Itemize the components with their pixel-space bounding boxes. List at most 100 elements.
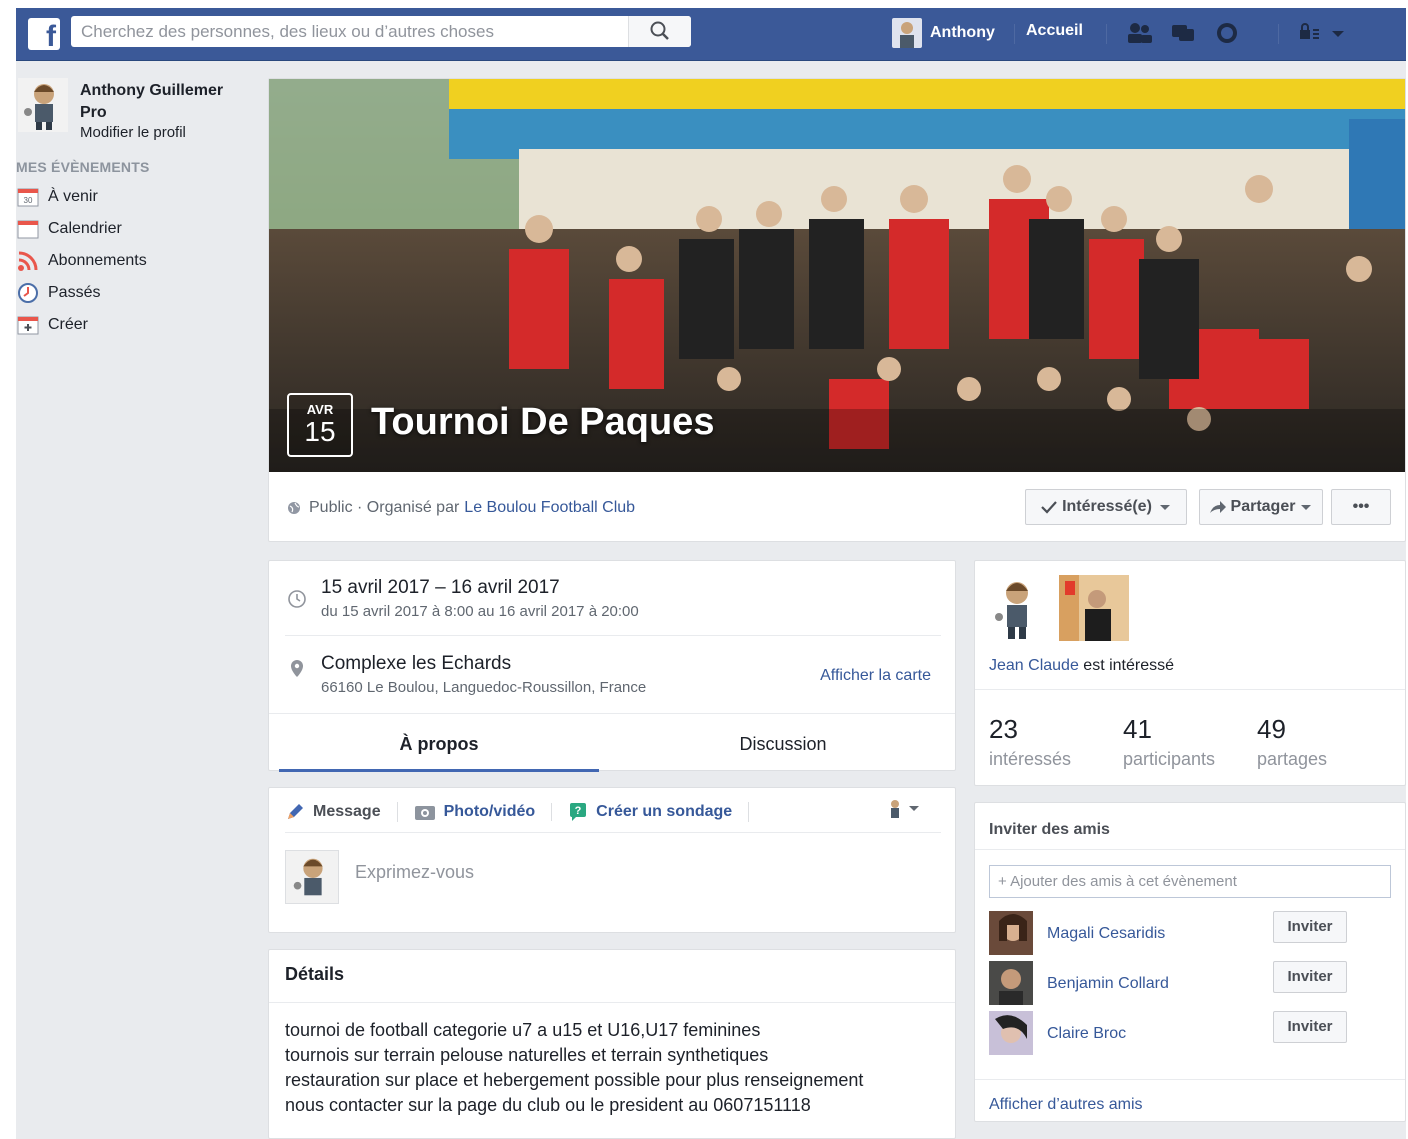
svg-text:?: ? (575, 805, 582, 817)
more-options-button[interactable]: ••• (1331, 489, 1391, 525)
sidebar-item-upcoming[interactable]: 30 À venir (16, 181, 256, 213)
sidebar-item-label: Créer (48, 316, 89, 333)
friend-name-link[interactable]: Benjamin Collard (1047, 975, 1169, 993)
privacy-menu[interactable] (1296, 22, 1356, 49)
facebook-logo-icon[interactable]: f (28, 18, 60, 50)
stat-number: 41 (1123, 714, 1152, 744)
post-as-selector[interactable] (885, 798, 925, 827)
lock-menu-icon (1300, 23, 1344, 39)
event-meta: Public · Organisé par Le Boulou Football… (287, 499, 635, 517)
profile-block[interactable]: Anthony Guillemer Pro Modifier le profil (16, 78, 256, 154)
event-day: 15 (304, 416, 336, 447)
details-line: tournois sur terrain pelouse naturelles … (285, 1045, 769, 1065)
event-place-main: Complexe les Echards (321, 653, 512, 674)
show-map-link[interactable]: Afficher la carte (820, 667, 931, 685)
profile-name[interactable]: Anthony Guillemer Pro (80, 80, 250, 124)
globe-icon (288, 502, 300, 514)
home-link[interactable]: Accueil (1026, 22, 1083, 40)
search-box (71, 16, 691, 47)
profile-avatar[interactable] (18, 78, 68, 132)
friend-avatar[interactable] (989, 1011, 1033, 1055)
stat-shares[interactable]: 49 partages (1257, 714, 1327, 770)
interested-label: Intéressé(e) (1062, 498, 1152, 515)
organizer-link[interactable]: Le Boulou Football Club (464, 499, 635, 517)
chevron-down-icon (1159, 505, 1170, 510)
stat-participants[interactable]: 41 participants (1123, 714, 1215, 770)
clock-icon (18, 283, 38, 303)
guest-avatar[interactable] (989, 575, 1043, 641)
stat-number: 23 (989, 714, 1018, 744)
interested-button[interactable]: Intéressé(e) (1025, 489, 1187, 525)
sidebar-item-past[interactable]: Passés (16, 277, 256, 309)
share-button[interactable]: Partager (1199, 489, 1323, 525)
event-date-main: 15 avril 2017 – 16 avril 2017 (321, 577, 560, 598)
notification-icons (1124, 20, 1242, 46)
invite-row: Benjamin Collard Inviter (989, 961, 1393, 1005)
left-sidebar: Anthony Guillemer Pro Modifier le profil… (16, 78, 256, 341)
top-user-name: Anthony (930, 24, 995, 41)
edit-profile-link[interactable]: Modifier le profil (80, 124, 186, 141)
sidebar-item-label: Calendrier (48, 220, 122, 237)
friend-avatar[interactable] (989, 911, 1033, 955)
composer-tab-label: Photo/vidéo (443, 803, 536, 820)
invite-button[interactable]: Inviter (1273, 961, 1347, 993)
checkmark-icon (1041, 501, 1057, 514)
show-more-friends-link[interactable]: Afficher d’autres amis (975, 1079, 1405, 1130)
composer-tab-photo[interactable]: Photo/vidéo (414, 803, 553, 821)
stat-label: intéressés (989, 749, 1072, 769)
guests-card: Jean Claude est intéressé 23 intéressés … (974, 560, 1406, 786)
stat-interested[interactable]: 23 intéressés (989, 714, 1071, 770)
sidebar-item-create[interactable]: Créer (16, 309, 256, 341)
details-body: tournoi de football categorie u7 a u15 e… (285, 1018, 863, 1118)
top-bar: f Anthony Accueil (16, 8, 1406, 61)
guest-stats: 23 intéressés 41 participants 49 partage… (975, 689, 1405, 786)
messages-icon[interactable] (1168, 20, 1198, 46)
composer-input[interactable] (355, 862, 915, 883)
more-dots-icon: ••• (1352, 498, 1370, 515)
sidebar-item-calendar[interactable]: Calendrier (16, 213, 256, 245)
composer-tab-poll[interactable]: ? Créer un sondage (568, 802, 750, 822)
page: f Anthony Accueil (16, 8, 1406, 1139)
stat-number: 49 (1257, 714, 1286, 744)
poll-icon: ? (570, 803, 587, 821)
sidebar-item-subscriptions[interactable]: Abonnements (16, 245, 256, 277)
friend-avatar[interactable] (989, 961, 1033, 1005)
guest-name-link[interactable]: Jean Claude (989, 657, 1079, 674)
cover-photo[interactable]: AVR 15 Tournoi De Paques (269, 79, 1405, 472)
guest-avatar[interactable] (1059, 575, 1129, 641)
friend-name-link[interactable]: Magali Cesaridis (1047, 925, 1165, 943)
sidebar-item-label: Passés (48, 284, 101, 301)
top-user-link[interactable]: Anthony (892, 18, 995, 48)
friend-name-link[interactable]: Claire Broc (1047, 1025, 1126, 1043)
svg-text:30: 30 (24, 196, 33, 205)
divider (975, 849, 1405, 850)
event-date-row: 15 avril 2017 – 16 avril 2017 du 15 avri… (269, 577, 955, 637)
user-avatar (892, 18, 922, 48)
calendar-icon (17, 220, 39, 239)
location-pin-icon (291, 660, 303, 677)
invite-search-input[interactable]: + Ajouter des amis à cet évènement (989, 865, 1391, 898)
composer-tab-message[interactable]: Message (285, 802, 398, 822)
invite-button[interactable]: Inviter (1273, 1011, 1347, 1043)
divider (269, 1002, 955, 1003)
divider (285, 635, 941, 636)
tab-discussion[interactable]: Discussion (623, 714, 943, 772)
friend-requests-icon[interactable] (1124, 20, 1154, 46)
search-input[interactable] (71, 16, 646, 47)
search-button[interactable] (628, 16, 691, 47)
event-place-sub: 66160 Le Boulou, Languedoc-Roussillon, F… (321, 679, 647, 696)
tab-about[interactable]: À propos (279, 714, 599, 772)
invite-friends-card: Inviter des amis + Ajouter des amis à ce… (974, 802, 1406, 1122)
stat-label: partages (1257, 749, 1328, 769)
sidebar-item-label: Abonnements (48, 252, 147, 269)
composer-tab-label: Message (313, 803, 381, 820)
event-date-badge: AVR 15 (287, 393, 353, 457)
notifications-globe-icon[interactable] (1212, 20, 1242, 46)
event-title: Tournoi De Paques (371, 401, 715, 443)
details-card: Détails tournoi de football categorie u7… (268, 949, 956, 1139)
invite-button[interactable]: Inviter (1273, 911, 1347, 943)
clock-icon (288, 590, 306, 608)
details-line: tournoi de football categorie u7 a u15 e… (285, 1020, 761, 1040)
sidebar-item-label: À venir (48, 188, 98, 205)
divider (1278, 24, 1279, 44)
